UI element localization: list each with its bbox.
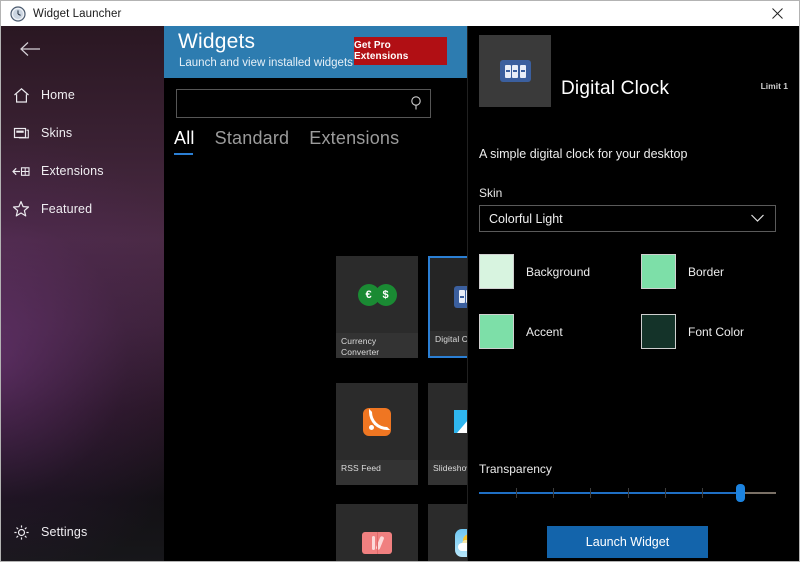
widget-detail-panel: Digital Clock Limit 1 A simple digital c…: [467, 26, 799, 562]
detail-description: A simple digital clock for your desktop: [479, 147, 687, 161]
widget-card-rss-feed[interactable]: RSS Feed: [336, 383, 418, 485]
slider-ticks: [479, 488, 776, 498]
detail-title: Digital Clock: [561, 78, 669, 100]
page-subtitle: Launch and view installed widgets: [179, 57, 353, 69]
extensions-icon: [1, 163, 41, 180]
slider-thumb[interactable]: [736, 484, 745, 502]
color-swatch-box[interactable]: [479, 314, 514, 349]
search-box[interactable]: [176, 89, 431, 118]
sidebar-item-featured[interactable]: Featured: [1, 190, 164, 228]
skin-dropdown[interactable]: Colorful Light: [479, 205, 776, 232]
transparency-slider[interactable]: [479, 484, 776, 502]
sidebar-item-label: Skins: [41, 126, 72, 140]
color-swatch-font-color: Font Color: [641, 314, 744, 349]
title-bar: Widget Launcher: [1, 1, 799, 26]
widget-art: [336, 383, 418, 460]
get-pro-extensions-button[interactable]: Get Pro Extensions: [354, 37, 447, 65]
clock-icon: [10, 6, 26, 22]
widget-launcher-window: Widget Launcher Hom: [0, 0, 800, 562]
widget-card-label: Currency Converter: [336, 333, 418, 358]
widget-art: €$: [336, 256, 418, 333]
star-icon: [1, 200, 41, 218]
sidebar-item-label: Extensions: [41, 164, 104, 178]
sidebar-item-label: Featured: [41, 202, 92, 216]
gear-icon: [1, 524, 41, 541]
detail-limit-badge: Limit 1: [761, 81, 788, 91]
detail-widget-icon: [479, 35, 551, 107]
color-swatch-label: Accent: [526, 325, 563, 339]
widget-art: [336, 504, 418, 562]
tab-extensions[interactable]: Extensions: [309, 128, 399, 155]
widget-list-panel: All Standard Extensions €$ Currency Conv…: [164, 78, 467, 562]
rss-icon: [363, 408, 391, 436]
currency-icon: €$: [358, 284, 397, 306]
skin-selected-value: Colorful Light: [480, 212, 563, 226]
sidebar-item-skins[interactable]: Skins: [1, 114, 164, 152]
color-swatch-background: Background: [479, 254, 590, 289]
sidebar-settings-label: Settings: [41, 525, 87, 539]
color-swatch-border: Border: [641, 254, 724, 289]
window-title: Widget Launcher: [33, 8, 121, 20]
color-swatch-box[interactable]: [641, 254, 676, 289]
close-icon: [772, 8, 783, 19]
transparency-label: Transparency: [479, 462, 552, 476]
filter-tabs: All Standard Extensions: [174, 128, 419, 162]
color-swatch-label: Border: [688, 265, 724, 279]
back-button[interactable]: [10, 32, 52, 66]
close-button[interactable]: [755, 1, 799, 26]
search-icon[interactable]: [410, 95, 424, 116]
chevron-down-icon: [741, 212, 765, 226]
back-arrow-icon: [20, 41, 42, 57]
digital-clock-icon: [500, 60, 531, 82]
color-swatch-box[interactable]: [479, 254, 514, 289]
page-title: Widgets: [178, 30, 255, 54]
tab-standard[interactable]: Standard: [215, 128, 290, 155]
skin-label: Skin: [479, 186, 502, 200]
sidebar-item-settings[interactable]: Settings: [1, 514, 164, 550]
sidebar-item-home[interactable]: Home: [1, 76, 164, 114]
color-swatch-accent: Accent: [479, 314, 563, 349]
sidebar-nav: Home Skins: [1, 76, 164, 228]
search-input[interactable]: [177, 90, 402, 117]
widget-card-currency-converter[interactable]: €$ Currency Converter: [336, 256, 418, 358]
home-icon: [1, 87, 41, 104]
color-swatch-label: Font Color: [688, 325, 744, 339]
window-icon: [1, 125, 41, 142]
unit-converter-icon: [362, 532, 392, 554]
launch-widget-button[interactable]: Launch Widget: [547, 526, 708, 558]
sidebar-item-extensions[interactable]: Extensions: [1, 152, 164, 190]
sidebar: Home Skins: [1, 26, 164, 562]
tab-all[interactable]: All: [174, 128, 195, 155]
sidebar-item-label: Home: [41, 88, 75, 102]
widget-card-unit-converter[interactable]: Unit Converter: [336, 504, 418, 562]
color-swatch-label: Background: [526, 265, 590, 279]
widget-card-label: RSS Feed: [336, 460, 418, 485]
color-swatch-box[interactable]: [641, 314, 676, 349]
